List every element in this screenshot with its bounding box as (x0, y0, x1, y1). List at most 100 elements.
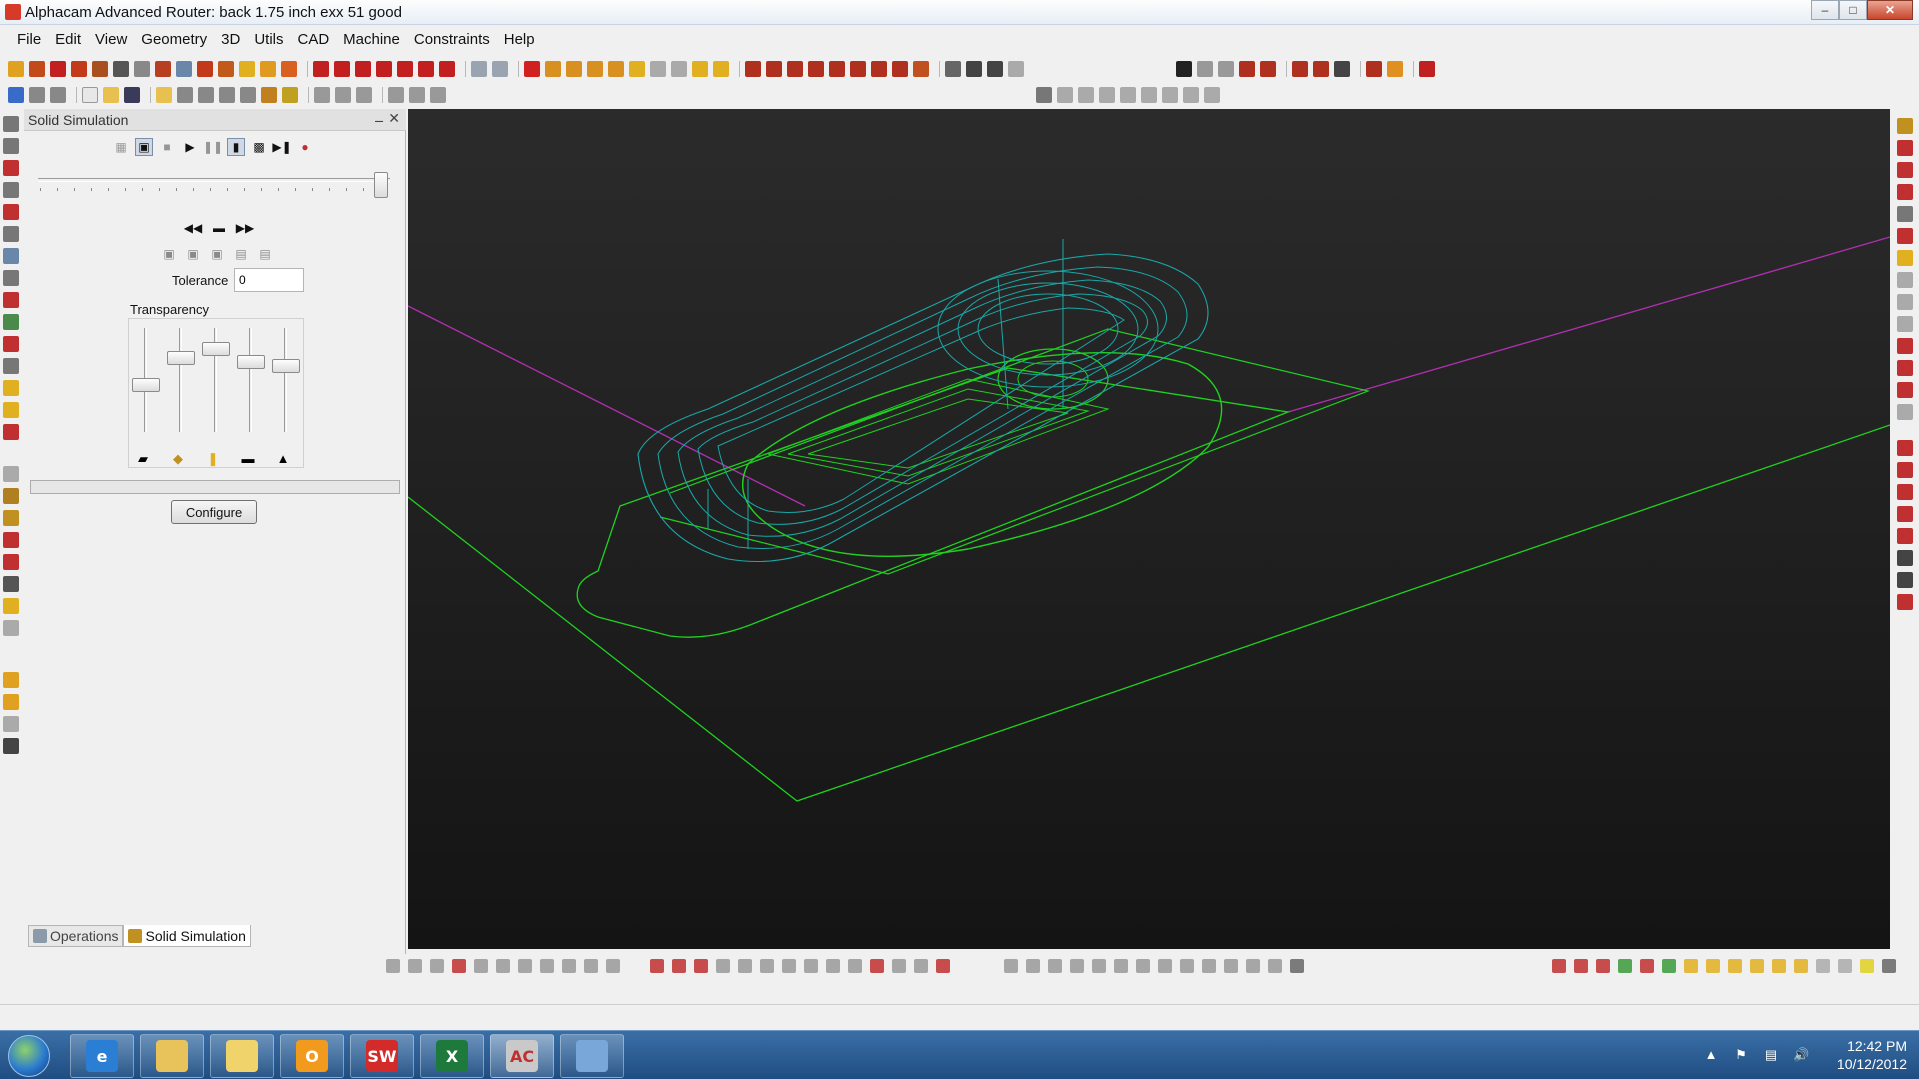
reset-sim-icon[interactable]: ▦ (112, 138, 130, 156)
solid-revolve-icon[interactable] (430, 959, 444, 973)
rough-icon[interactable] (1897, 140, 1913, 156)
show-hidden-icons-icon[interactable]: ▲ (1703, 1047, 1719, 1063)
delete-op-icon[interactable] (1897, 594, 1913, 610)
refresh-icon[interactable] (1334, 61, 1350, 77)
show-tool-icon[interactable]: ▮ (227, 138, 245, 156)
join-icon[interactable] (808, 61, 824, 77)
order-icon[interactable] (1897, 506, 1913, 522)
mirror-icon[interactable] (608, 61, 624, 77)
drill-icon[interactable] (3, 510, 19, 526)
slot-icon[interactable] (397, 61, 413, 77)
delete-icon[interactable] (524, 61, 540, 77)
nc-icon[interactable] (1897, 572, 1913, 588)
transparency-slider-stock[interactable] (132, 328, 160, 438)
start-button[interactable] (8, 1035, 50, 1077)
3d-icon[interactable] (50, 87, 66, 103)
section-view-icon[interactable]: ▣ (208, 245, 226, 263)
group-icon[interactable] (692, 61, 708, 77)
solid-slice-icon[interactable] (606, 959, 620, 973)
view-settings-icon[interactable] (1882, 959, 1896, 973)
menu-cad[interactable]: CAD (291, 28, 337, 50)
solid-cut-icon[interactable] (452, 959, 466, 973)
mesh-offset-icon[interactable] (1202, 959, 1216, 973)
view-side-icon[interactable] (356, 87, 372, 103)
solid-fillet-icon[interactable] (540, 959, 554, 973)
snap-end-icon[interactable] (1057, 87, 1073, 103)
scale-icon[interactable] (629, 61, 645, 77)
number-icon[interactable] (966, 61, 982, 77)
grid-icon[interactable] (1197, 61, 1213, 77)
simulate-icon[interactable] (3, 598, 19, 614)
solid-chamfer-icon[interactable] (562, 959, 576, 973)
maximize-button[interactable]: □ (1839, 0, 1867, 20)
step-sim-icon[interactable] (3, 694, 19, 710)
configure-button[interactable]: Configure (171, 500, 257, 524)
menu-edit[interactable]: Edit (48, 28, 88, 50)
ungroup-icon[interactable] (713, 61, 729, 77)
surface-copy-icon[interactable] (782, 959, 796, 973)
offset-icon[interactable] (260, 61, 276, 77)
pan-icon[interactable] (1176, 61, 1192, 77)
menu-geometry[interactable]: Geometry (134, 28, 214, 50)
layer-icon[interactable] (1008, 61, 1024, 77)
saw-icon[interactable] (1897, 250, 1913, 266)
save-icon[interactable] (124, 87, 140, 103)
tab-icon[interactable] (1897, 462, 1913, 478)
mesh-move-icon[interactable] (1114, 959, 1128, 973)
mesh-split-icon[interactable] (1070, 959, 1084, 973)
compare-icon[interactable]: ▣ (184, 245, 202, 263)
distance-icon[interactable] (3, 292, 19, 308)
material-icon[interactable] (240, 87, 256, 103)
transparency-slider-tool[interactable] (202, 328, 230, 438)
position-slider-thumb[interactable] (374, 172, 388, 198)
nest-icon[interactable] (388, 87, 404, 103)
play-sim-icon[interactable] (3, 672, 19, 688)
volume-icon[interactable]: 🔊 (1793, 1047, 1809, 1063)
frame-icon[interactable] (945, 61, 961, 77)
add-drawing-icon[interactable] (1419, 61, 1435, 77)
view-persp-icon[interactable] (1838, 959, 1852, 973)
cutter-icon[interactable] (3, 488, 19, 504)
toolpath-icon[interactable] (219, 87, 235, 103)
snap-tangent-icon[interactable] (1141, 87, 1157, 103)
menu-help[interactable]: Help (497, 28, 542, 50)
zoom-previous-icon[interactable] (3, 182, 19, 198)
rotate-icon[interactable] (587, 61, 603, 77)
spline-icon[interactable] (197, 61, 213, 77)
local-plane-icon[interactable] (1260, 61, 1276, 77)
color-icon[interactable]: ● (296, 138, 314, 156)
taskbar-file-explorer[interactable] (140, 1034, 204, 1078)
surface-move-icon[interactable] (826, 959, 840, 973)
pause-sim-icon[interactable] (3, 738, 19, 754)
edit-mode-icon[interactable] (8, 87, 24, 103)
arc-icon[interactable] (29, 61, 45, 77)
snap-near-icon[interactable] (1183, 87, 1199, 103)
transparency-slider-fixture[interactable] (272, 328, 300, 438)
mesh-scale-icon[interactable] (1158, 959, 1172, 973)
z-contour-icon[interactable] (1897, 294, 1913, 310)
ops-icon[interactable] (1897, 404, 1913, 420)
pause-icon[interactable]: ❚❚ (203, 138, 223, 156)
panel-close-button[interactable]: ✕ (388, 110, 400, 127)
toolpath-edit-icon[interactable] (1897, 382, 1913, 398)
output-icon[interactable] (198, 87, 214, 103)
print-icon[interactable] (177, 87, 193, 103)
copy-icon[interactable] (566, 61, 582, 77)
view-axis-icon[interactable] (1618, 959, 1632, 973)
mesh-hole-icon[interactable] (1246, 959, 1260, 973)
note-icon[interactable] (3, 424, 19, 440)
slower-icon[interactable]: ◀◀ (184, 219, 202, 237)
transparency-slider-holder[interactable] (237, 328, 265, 438)
surface-delete-icon[interactable] (694, 959, 708, 973)
move-icon[interactable] (545, 61, 561, 77)
snap-perpendicular-icon[interactable] (1162, 87, 1178, 103)
taskbar-folder[interactable] (210, 1034, 274, 1078)
redo-icon[interactable] (492, 61, 508, 77)
taskbar-alphacam[interactable]: AC (490, 1034, 554, 1078)
search-icon[interactable] (3, 358, 19, 374)
window-icon[interactable] (1366, 61, 1382, 77)
menu-constraints[interactable]: Constraints (407, 28, 497, 50)
pin-icon[interactable]: ⚊ (374, 112, 384, 125)
solid-box-icon[interactable] (386, 959, 400, 973)
3d-machining-icon[interactable] (1897, 360, 1913, 376)
